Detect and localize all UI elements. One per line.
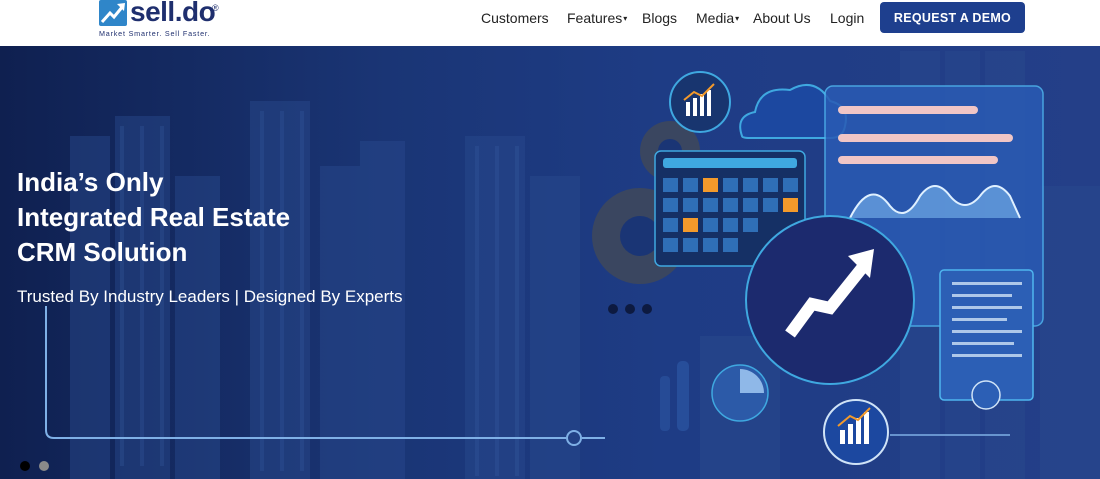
top-navbar: sell.do ® Market Smarter. Sell Faster. C… xyxy=(0,0,1100,46)
pie-chart-icon xyxy=(711,364,769,422)
logo-wordmark: sell.do xyxy=(130,0,216,27)
nav-about-us[interactable]: About Us xyxy=(753,10,811,28)
chart-bubble-icon xyxy=(669,71,731,133)
sell-do-logo[interactable]: sell.do ® Market Smarter. Sell Faster. xyxy=(99,0,229,40)
receipt-icon xyxy=(939,269,1034,410)
hero-banner: India’s Only Integrated Real Estate CRM … xyxy=(0,46,1100,479)
nav-media-label: Media xyxy=(696,10,735,26)
slide-dot-2[interactable] xyxy=(39,461,49,471)
nav-blogs[interactable]: Blogs xyxy=(642,10,677,28)
illustration-dots xyxy=(608,304,652,314)
growth-arrow-icon xyxy=(745,215,915,385)
hero-headline: India’s Only Integrated Real Estate CRM … xyxy=(17,165,290,270)
nav-customers[interactable]: Customers xyxy=(481,10,549,28)
caret-down-icon: ▾ xyxy=(623,14,628,23)
headline-line-2: Integrated Real Estate xyxy=(17,202,291,232)
logo-registered-mark: ® xyxy=(212,3,219,13)
nav-features[interactable]: Features▾ xyxy=(567,10,627,28)
slider-pagination[interactable] xyxy=(20,461,49,471)
nav-media[interactable]: Media▾ xyxy=(696,10,739,28)
real-estate-growth-icon xyxy=(823,399,889,465)
nav-login[interactable]: Login xyxy=(830,10,864,28)
request-demo-button[interactable]: REQUEST A DEMO xyxy=(880,2,1025,33)
slide-dot-1[interactable] xyxy=(20,461,30,471)
headline-line-3: CRM Solution xyxy=(17,237,188,267)
hero-subheadline: Trusted By Industry Leaders | Designed B… xyxy=(17,287,403,306)
headline-line-1: India’s Only xyxy=(17,167,164,197)
logo-arrow-icon xyxy=(99,0,127,26)
nav-features-label: Features xyxy=(567,10,623,26)
logo-tagline: Market Smarter. Sell Faster. xyxy=(99,29,211,38)
caret-down-icon: ▾ xyxy=(735,14,740,23)
